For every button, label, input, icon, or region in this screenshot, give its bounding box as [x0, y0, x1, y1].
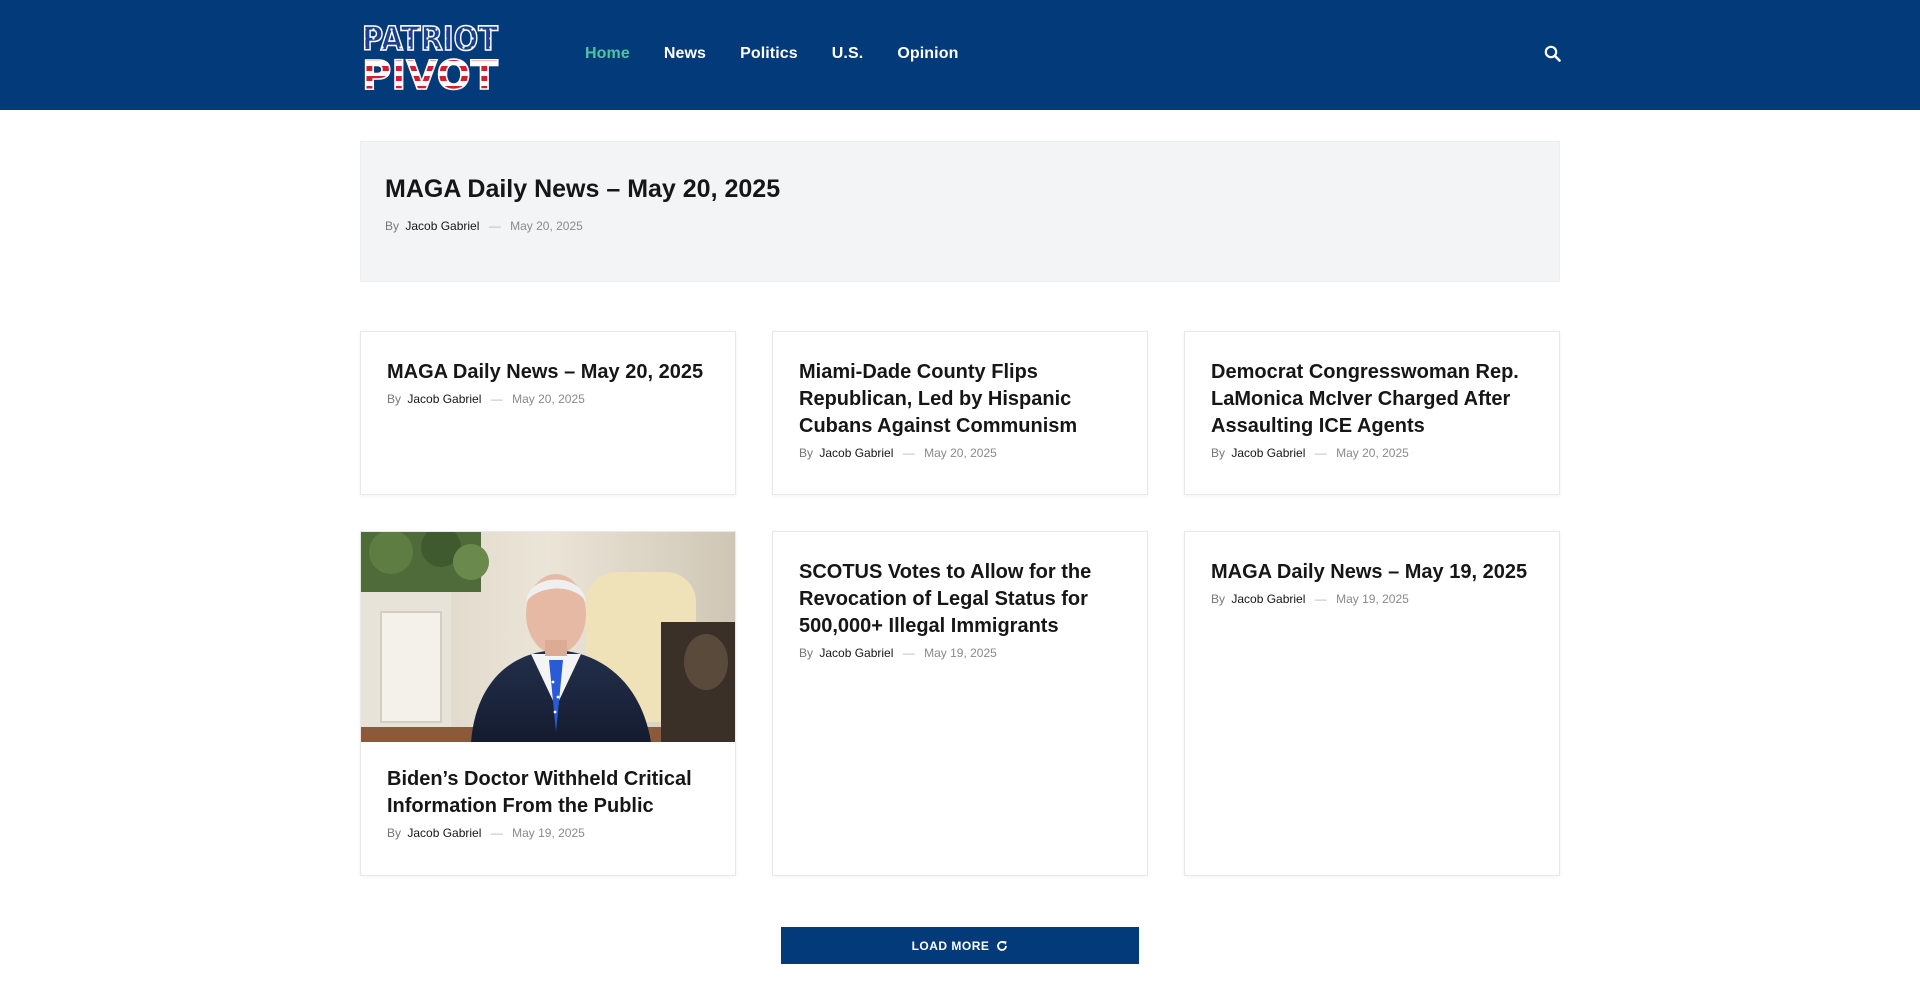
load-more-button[interactable]: LOAD MORE	[781, 927, 1139, 964]
meta-by: By	[385, 219, 400, 233]
author-link[interactable]: Jacob Gabriel	[1231, 446, 1305, 460]
post-date: May 20, 2025	[512, 392, 585, 406]
post-date: May 20, 2025	[1336, 446, 1409, 460]
page-title[interactable]: MAGA Daily News – May 20, 2025	[385, 175, 780, 204]
post-title[interactable]: SCOTUS Votes to Allow for the Revocation…	[799, 559, 1121, 640]
site-header: PATRIOT PIVOT Home News Politics U.S. Op…	[0, 0, 1920, 110]
post-title[interactable]: Biden’s Doctor Withheld Critical Informa…	[387, 766, 709, 820]
meta-by: By	[799, 446, 814, 460]
post-meta: By Jacob Gabriel — May 19, 2025	[799, 646, 1121, 660]
site-logo[interactable]: PATRIOT PIVOT	[360, 16, 500, 93]
post-date: May 19, 2025	[512, 826, 585, 840]
nav-item-opinion[interactable]: Opinion	[897, 45, 958, 63]
nav-item-news[interactable]: News	[664, 45, 706, 63]
meta-separator: —	[902, 646, 915, 660]
post-thumbnail-image[interactable]	[361, 532, 735, 742]
author-link[interactable]: Jacob Gabriel	[407, 392, 481, 406]
meta-separator: —	[490, 826, 503, 840]
meta-separator: —	[902, 446, 915, 460]
post-title[interactable]: MAGA Daily News – May 19, 2025	[1211, 559, 1533, 586]
meta-separator: —	[1314, 446, 1327, 460]
author-link[interactable]: Jacob Gabriel	[819, 646, 893, 660]
post-meta: By Jacob Gabriel — May 20, 2025	[799, 446, 1121, 460]
meta-by: By	[387, 392, 402, 406]
nav-item-politics[interactable]: Politics	[740, 45, 798, 63]
post-card[interactable]: MAGA Daily News – May 19, 2025 By Jacob …	[1184, 531, 1560, 876]
nav-item-us[interactable]: U.S.	[832, 45, 864, 63]
post-title[interactable]: Democrat Congresswoman Rep. LaMonica McI…	[1211, 359, 1533, 440]
featured-post-header: MAGA Daily News – May 20, 2025 By Jacob …	[360, 141, 1560, 282]
post-card[interactable]: SCOTUS Votes to Allow for the Revocation…	[772, 531, 1148, 876]
main-nav: Home News Politics U.S. Opinion	[585, 0, 992, 108]
post-card[interactable]: Democrat Congresswoman Rep. LaMonica McI…	[1184, 331, 1560, 495]
author-link[interactable]: Jacob Gabriel	[819, 446, 893, 460]
author-link[interactable]: Jacob Gabriel	[405, 219, 479, 233]
meta-separator: —	[1314, 592, 1327, 606]
meta-by: By	[799, 646, 814, 660]
meta-separator: —	[488, 219, 501, 233]
post-meta: By Jacob Gabriel — May 19, 2025	[387, 826, 709, 840]
load-more-label: LOAD MORE	[911, 938, 990, 953]
post-meta: By Jacob Gabriel — May 20, 2025	[387, 392, 709, 406]
post-meta: By Jacob Gabriel — May 20, 2025	[385, 219, 583, 233]
author-link[interactable]: Jacob Gabriel	[407, 826, 481, 840]
refresh-icon	[997, 940, 1008, 951]
post-card[interactable]: MAGA Daily News – May 20, 2025 By Jacob …	[360, 331, 736, 495]
post-date: May 20, 2025	[924, 446, 997, 460]
post-card[interactable]: Miami-Dade County Flips Republican, Led …	[772, 331, 1148, 495]
post-date: May 20, 2025	[510, 219, 583, 233]
post-meta: By Jacob Gabriel — May 20, 2025	[1211, 446, 1533, 460]
post-date: May 19, 2025	[1336, 592, 1409, 606]
meta-by: By	[1211, 446, 1226, 460]
meta-by: By	[1211, 592, 1226, 606]
nav-item-home[interactable]: Home	[585, 45, 630, 63]
search-icon[interactable]	[1544, 45, 1561, 62]
post-meta: By Jacob Gabriel — May 19, 2025	[1211, 592, 1533, 606]
post-card[interactable]: Biden’s Doctor Withheld Critical Informa…	[360, 531, 736, 876]
post-title[interactable]: MAGA Daily News – May 20, 2025	[387, 359, 709, 386]
meta-by: By	[387, 826, 402, 840]
meta-separator: —	[490, 392, 503, 406]
post-title[interactable]: Miami-Dade County Flips Republican, Led …	[799, 359, 1121, 440]
logo-line2: PIVOT	[362, 53, 499, 93]
author-link[interactable]: Jacob Gabriel	[1231, 592, 1305, 606]
post-date: May 19, 2025	[924, 646, 997, 660]
